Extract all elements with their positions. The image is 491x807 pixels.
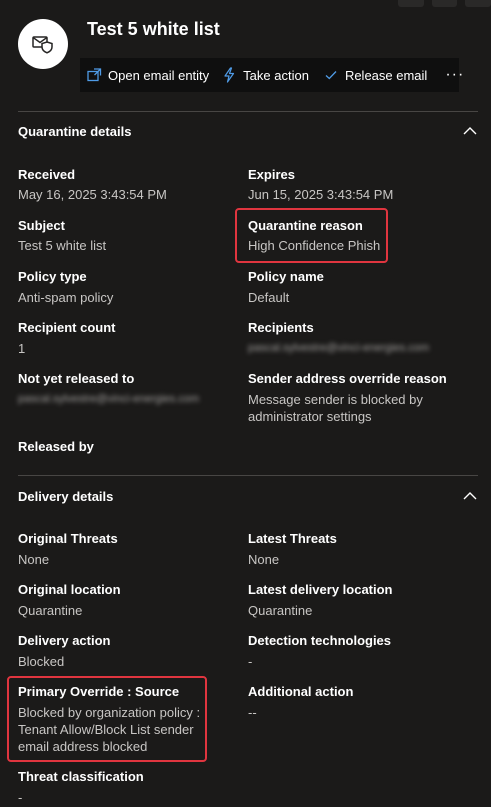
subject-label: Subject — [18, 218, 65, 233]
delivery-details-heading[interactable]: Delivery details — [18, 489, 113, 504]
expires-value: Jun 15, 2025 3:43:54 PM — [248, 187, 394, 202]
email-details-panel: Test 5 white list Open email entity Take… — [0, 0, 491, 807]
delivery-action-value: Blocked — [18, 654, 65, 669]
original-location-value: Quarantine — [18, 603, 83, 618]
not-yet-released-label: Not yet released to — [18, 371, 135, 386]
quarantine-details-heading[interactable]: Quarantine details — [18, 124, 131, 139]
threat-classification-label: Threat classification — [18, 769, 144, 784]
take-action-button[interactable]: Take action — [221, 58, 309, 92]
received-label: Received — [18, 167, 76, 182]
sender-override-reason-value: Message sender is blocked by administrat… — [248, 391, 423, 425]
lightning-icon — [221, 67, 237, 83]
policy-name-value: Default — [248, 290, 290, 305]
latest-delivery-location-label: Latest delivery location — [248, 582, 393, 597]
top-window-controls[interactable] — [398, 0, 491, 8]
latest-threats-value: None — [248, 552, 280, 567]
more-options-button[interactable]: ··· — [445, 66, 464, 84]
chevron-up-icon[interactable] — [462, 490, 478, 502]
mail-shield-icon — [18, 19, 68, 69]
window-control[interactable] — [465, 0, 491, 7]
sender-override-reason-label: Sender address override reason — [248, 371, 447, 386]
detection-technologies-label: Detection technologies — [248, 633, 392, 648]
policy-name-label: Policy name — [248, 269, 324, 284]
section-divider — [18, 111, 478, 112]
page-title: Test 5 white list — [87, 19, 220, 39]
additional-action-value: -- — [248, 705, 257, 720]
recipient-count-label: Recipient count — [18, 320, 116, 335]
additional-action-label: Additional action — [248, 684, 354, 699]
original-location-label: Original location — [18, 582, 121, 597]
window-control[interactable] — [398, 0, 424, 7]
latest-threats-label: Latest Threats — [248, 531, 337, 546]
sender-override-reason-line: Message sender is blocked by — [248, 392, 423, 407]
expires-label: Expires — [248, 167, 295, 182]
policy-type-label: Policy type — [18, 269, 87, 284]
original-threats-value: None — [18, 552, 50, 567]
received-value: May 16, 2025 3:43:54 PM — [18, 187, 167, 202]
take-action-label: Take action — [243, 67, 309, 83]
latest-delivery-location-value: Quarantine — [248, 603, 313, 618]
not-yet-released-value: pascal.sylvestre@vinci-energies.com — [18, 393, 200, 405]
recipients-label: Recipients — [248, 320, 314, 335]
release-email-button[interactable]: Release email — [323, 58, 427, 92]
delivery-action-label: Delivery action — [18, 633, 111, 648]
open-email-entity-button[interactable]: Open email entity — [86, 58, 209, 92]
sender-override-reason-line: administrator settings — [248, 409, 372, 424]
primary-override-highlight — [7, 676, 207, 762]
detection-technologies-value: - — [248, 654, 253, 669]
recipient-count-value: 1 — [18, 341, 26, 356]
open-external-icon — [86, 67, 102, 83]
release-email-label: Release email — [344, 67, 428, 83]
action-toolbar: Open email entity Take action Release em… — [80, 58, 463, 92]
quarantine-reason-highlight — [235, 208, 388, 263]
section-divider — [18, 475, 478, 476]
policy-type-value: Anti-spam policy — [18, 290, 114, 305]
recipients-value: pascal.sylvestre@vinci-energies.com — [248, 342, 430, 354]
window-control[interactable] — [431, 0, 458, 7]
chevron-up-icon[interactable] — [462, 125, 478, 137]
open-email-entity-label: Open email entity — [108, 67, 210, 83]
released-by-label: Released by — [18, 439, 94, 454]
original-threats-label: Original Threats — [18, 531, 118, 546]
threat-classification-value: - — [18, 790, 23, 805]
checkmark-icon — [323, 67, 339, 83]
subject-value: Test 5 white list — [18, 238, 107, 253]
